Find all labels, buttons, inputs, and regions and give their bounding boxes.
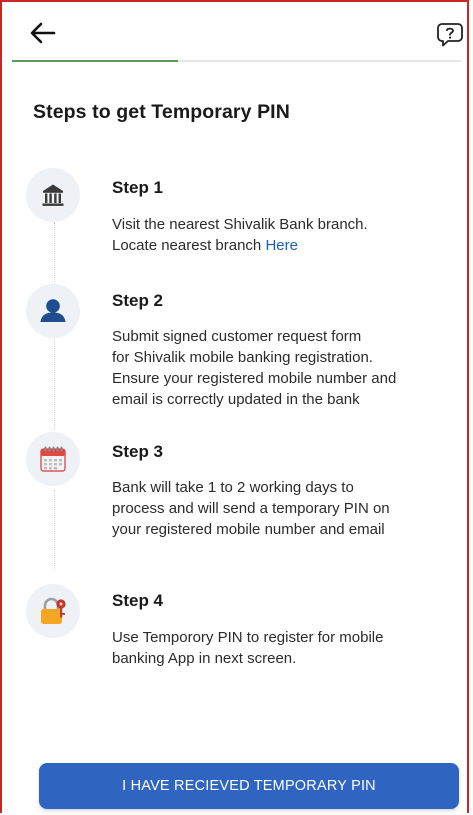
step-3-line-2: process and will send a temporary PIN on [112, 500, 390, 517]
arrow-left-icon [30, 22, 56, 44]
back-button[interactable] [28, 18, 58, 48]
step-3-line-1: Bank will take 1 to 2 working days to [112, 479, 354, 496]
bank-icon [42, 184, 64, 206]
step-4-icon-badge [26, 584, 80, 638]
step-4-description: Use Temporory PIN to register for mobile… [112, 627, 462, 669]
progress-track [12, 60, 461, 62]
received-temporary-pin-button[interactable]: I HAVE RECIEVED TEMPORARY PIN [39, 763, 459, 809]
step-2-line-3: Ensure your registered mobile number and [112, 370, 397, 387]
locate-branch-text: Locate nearest branch [112, 237, 266, 254]
step-2-title: Step 2 [112, 291, 164, 310]
timeline-connector [54, 222, 55, 292]
step-1-line-2: Locate nearest branch Here [112, 235, 462, 256]
step-4-title: Step 4 [112, 591, 164, 610]
step-3-description: Bank will take 1 to 2 working days to pr… [112, 477, 462, 540]
step-1-title: Step 1 [112, 178, 164, 197]
step-2-icon-badge [26, 284, 80, 338]
page-title: Steps to get Temporary PIN [33, 101, 290, 123]
locate-branch-link[interactable]: Here [265, 237, 298, 254]
step-1-icon-badge [26, 168, 80, 222]
step-2-line-4: email is correctly updated in the bank [112, 391, 360, 408]
step-2-line-2: for Shivalik mobile banking registration… [112, 349, 373, 366]
help-chat-icon [437, 23, 463, 47]
step-4-line-1: Use Temporory PIN to register for mobile [112, 629, 384, 646]
timeline-connector [54, 490, 55, 570]
lock-key-icon [41, 597, 66, 624]
timeline-connector [54, 336, 55, 429]
top-bar [0, 0, 473, 60]
step-3-title: Step 3 [112, 442, 164, 461]
user-icon [40, 299, 66, 322]
step-1-line-1: Visit the nearest Shivalik Bank branch. [112, 216, 368, 233]
step-2-line-1: Submit signed customer request form [112, 328, 362, 345]
calendar-icon [40, 446, 66, 472]
step-1-description: Visit the nearest Shivalik Bank branch. … [112, 214, 462, 256]
step-3-line-3: your registered mobile number and email [112, 521, 385, 538]
help-button[interactable] [436, 22, 464, 48]
step-3-icon-badge [26, 432, 80, 486]
progress-fill [12, 60, 179, 62]
step-2-description: Submit signed customer request form for … [112, 326, 462, 410]
step-4-line-2: banking App in next screen. [112, 650, 297, 667]
